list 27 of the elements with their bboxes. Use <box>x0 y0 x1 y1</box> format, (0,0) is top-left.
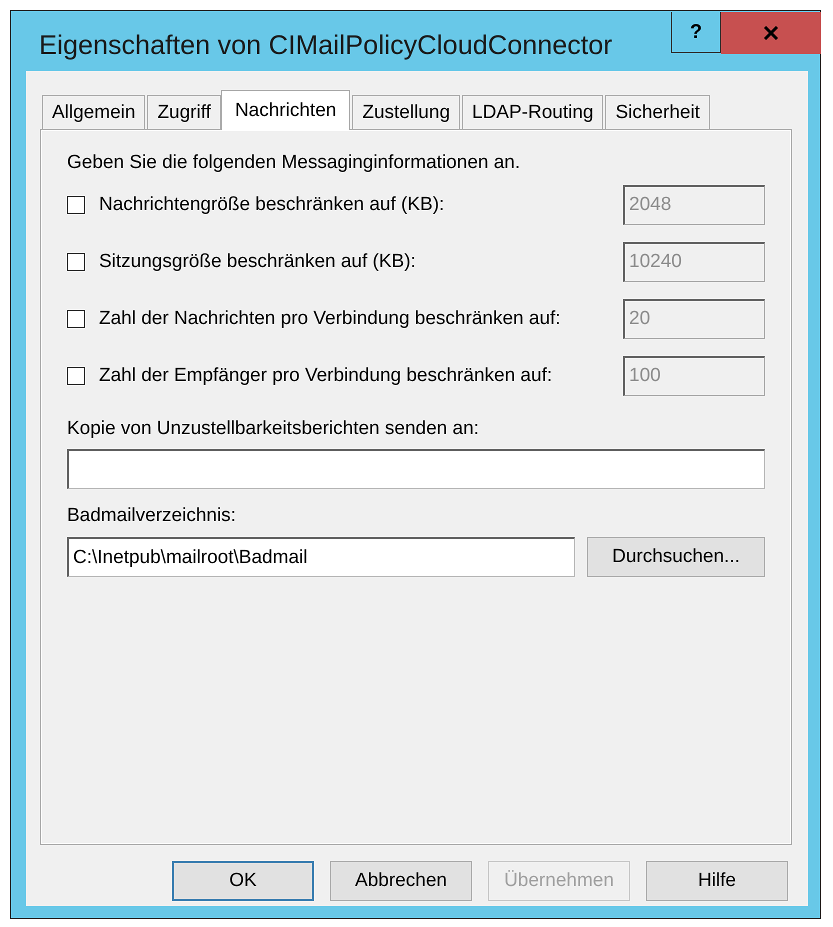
dialog-button[interactable]: Abbrechen <box>330 861 472 901</box>
input-field[interactable] <box>67 449 765 489</box>
tab[interactable]: Sicherheit <box>605 95 710 129</box>
dialog-button[interactable]: OK <box>172 861 314 901</box>
checkbox[interactable] <box>67 366 85 384</box>
window-title: Eigenschaften von CIMailPolicyCloudConnector <box>39 30 612 60</box>
checkbox-label: Zahl der Nachrichten pro Verbindung beschränken auf: <box>99 308 562 330</box>
checkbox[interactable] <box>67 196 85 214</box>
checkbox-label: Sitzungsgröße beschränken auf (KB): <box>99 250 417 272</box>
tab[interactable]: Zugriff <box>147 95 221 129</box>
tab[interactable]: Zustellung <box>352 95 460 129</box>
checkbox[interactable] <box>67 310 85 328</box>
browse-button[interactable]: Durchsuchen... <box>587 537 765 577</box>
close-icon <box>763 26 779 40</box>
checkbox[interactable] <box>67 252 85 270</box>
close-button[interactable] <box>721 12 821 54</box>
tab[interactable]: Nachrichten <box>220 90 350 130</box>
help-button[interactable]: ? <box>671 12 721 53</box>
tab[interactable]: Allgemein <box>42 95 146 129</box>
field-label: Kopie von Unzustellbarkeitsberichten senden an: <box>67 418 480 440</box>
tab[interactable]: LDAP-Routing <box>462 95 604 129</box>
dialog-button[interactable]: Hilfe <box>646 861 788 901</box>
field-label: Badmailverzeichnis: <box>67 505 237 527</box>
checkbox-label: Nachrichtengröße beschränken auf (KB): <box>99 194 446 216</box>
intro-text: Geben Sie die folgenden Messaginginformationen an. <box>67 152 522 174</box>
path-field[interactable]: C:\Inetpub\mailroot\Badmail <box>67 537 575 577</box>
checkbox-label: Zahl der Empfänger pro Verbindung beschränken auf: <box>99 364 554 386</box>
